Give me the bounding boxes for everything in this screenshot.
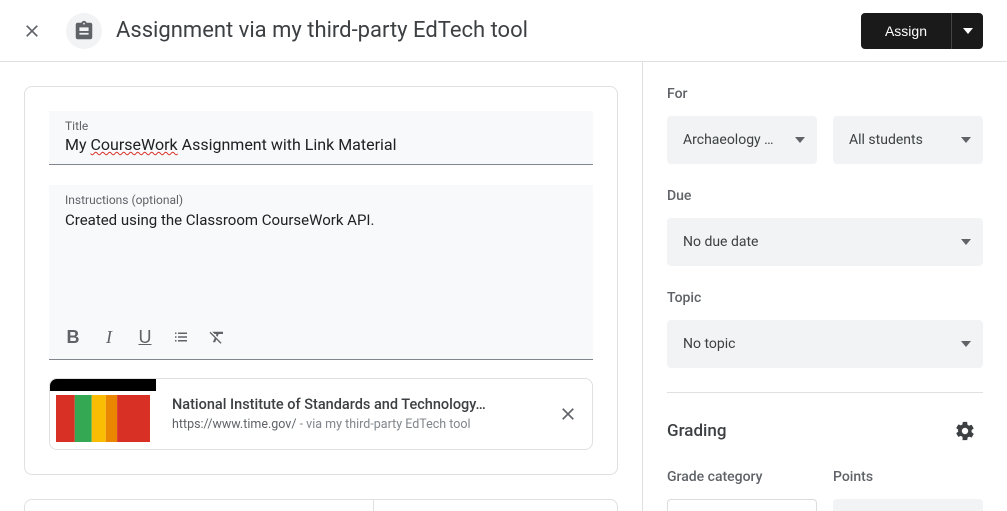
assignment-icon xyxy=(73,20,95,42)
caret-down-icon xyxy=(961,239,971,245)
instructions-field[interactable]: Instructions (optional) Created using th… xyxy=(49,185,593,360)
for-label: For xyxy=(667,86,983,102)
bullet-list-button[interactable] xyxy=(167,323,195,351)
assignment-card: Title My CourseWork Assignment with Link… xyxy=(24,86,618,475)
secondary-card xyxy=(24,499,618,511)
class-select-value: Archaeology … xyxy=(683,132,774,148)
points-label: Points xyxy=(833,469,983,485)
grading-header: Grading xyxy=(667,392,983,449)
instructions-label: Instructions (optional) xyxy=(65,193,577,207)
bold-button[interactable]: B xyxy=(59,323,87,351)
list-icon xyxy=(172,328,190,346)
title-post: Assignment with Link Material xyxy=(178,135,397,154)
due-row: No due date xyxy=(667,218,983,266)
title-wavy: CourseWork xyxy=(91,135,178,154)
topic-select-value: No topic xyxy=(683,336,735,352)
attachment-url: https://www.time.gov/ xyxy=(172,417,297,432)
points-select[interactable]: 100 xyxy=(833,499,983,511)
due-select-value: No due date xyxy=(683,234,758,250)
due-select[interactable]: No due date xyxy=(667,218,983,266)
title-value: My CourseWork Assignment with Link Mater… xyxy=(65,135,577,154)
set-category-button[interactable]: Set category xyxy=(667,499,817,511)
attachment-card[interactable]: National Institute of Standards and Tech… xyxy=(49,378,593,450)
grading-title: Grading xyxy=(667,421,726,441)
attachment-info: National Institute of Standards and Tech… xyxy=(156,396,544,432)
title-field[interactable]: Title My CourseWork Assignment with Link… xyxy=(49,111,593,165)
attachment-subtitle: https://www.time.gov/ - via my third-par… xyxy=(172,417,528,432)
topic-label: Topic xyxy=(667,290,983,306)
students-select-value: All students xyxy=(849,132,923,148)
body: Title My CourseWork Assignment with Link… xyxy=(0,62,1007,511)
clear-format-icon xyxy=(208,328,226,346)
class-select[interactable]: Archaeology … xyxy=(667,116,817,164)
secondary-left xyxy=(25,500,374,511)
underline-button[interactable]: U xyxy=(131,323,159,351)
grade-row: Grade category Set category Points 100 xyxy=(667,469,983,511)
header: Assignment via my third-party EdTech too… xyxy=(0,0,1007,62)
italic-button[interactable]: I xyxy=(95,323,123,351)
close-icon xyxy=(558,404,578,424)
due-label: Due xyxy=(667,188,983,204)
points-col: Points 100 xyxy=(833,469,983,511)
title-pre: My xyxy=(65,135,91,154)
gear-icon xyxy=(954,420,976,442)
assign-button[interactable]: Assign xyxy=(861,13,951,49)
page-title: Assignment via my third-party EdTech too… xyxy=(116,18,861,43)
format-toolbar: B I U xyxy=(59,315,231,359)
close-button[interactable] xyxy=(12,11,52,51)
topic-row: No topic xyxy=(667,320,983,368)
main-pane: Title My CourseWork Assignment with Link… xyxy=(0,62,643,511)
assign-dropdown-button[interactable] xyxy=(951,13,983,49)
clear-format-button[interactable] xyxy=(203,323,231,351)
grade-category-label: Grade category xyxy=(667,469,817,485)
us-map-thumbnail xyxy=(56,395,150,442)
students-select[interactable]: All students xyxy=(833,116,983,164)
attachment-via: - via my third-party EdTech tool xyxy=(297,417,471,432)
close-icon xyxy=(22,21,42,41)
sidebar: For Archaeology … All students Due No du… xyxy=(643,62,1007,511)
grading-settings-button[interactable] xyxy=(947,413,983,449)
attachment-remove-button[interactable] xyxy=(544,404,592,424)
attachment-title: National Institute of Standards and Tech… xyxy=(172,396,528,413)
instructions-value: Created using the Classroom CourseWork A… xyxy=(65,211,577,311)
caret-down-icon xyxy=(795,137,805,143)
for-row: Archaeology … All students xyxy=(667,116,983,164)
caret-down-icon xyxy=(961,341,971,347)
topic-select[interactable]: No topic xyxy=(667,320,983,368)
assign-button-group: Assign xyxy=(861,13,983,49)
assignment-icon-wrap xyxy=(66,13,102,49)
attachment-thumbnail xyxy=(50,379,156,449)
caret-down-icon xyxy=(961,137,971,143)
title-label: Title xyxy=(65,119,577,133)
caret-down-icon xyxy=(963,28,973,34)
grade-category-col: Grade category Set category xyxy=(667,469,817,511)
